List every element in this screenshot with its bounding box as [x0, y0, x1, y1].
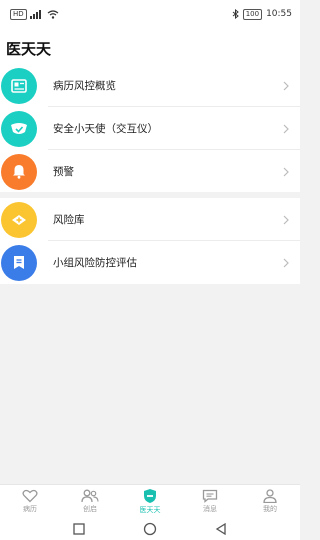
menu-item-label: 预警 [53, 166, 74, 178]
tab-label: 消息 [203, 505, 217, 513]
menu-item-label: 风险库 [53, 214, 85, 226]
medical-record-icon [1, 67, 37, 104]
tab-chuangqi[interactable]: 创启 [60, 485, 120, 518]
status-right: 100 10:55 [232, 8, 292, 20]
menu-item-record-overview[interactable]: 病历风控概览 [0, 64, 300, 107]
chevron-right-icon [283, 215, 289, 224]
chevron-right-icon [283, 81, 289, 90]
bookmark-icon [1, 244, 37, 281]
shield-minus-icon [144, 489, 156, 503]
person-icon [263, 489, 277, 503]
status-left: HD [10, 8, 59, 20]
signal-icon [29, 9, 41, 19]
menu-item-group-risk-assessment[interactable]: 小组风险防控评估 [0, 241, 300, 284]
tab-yitiantian[interactable]: 医天天 [120, 485, 180, 518]
menu-item-safety-angel[interactable]: 安全小天使（交互仪） [0, 107, 300, 150]
menu-group-2: 风险库 小组风险防控评估 [0, 198, 300, 284]
page-title: 医天天 [6, 40, 52, 58]
message-icon [202, 489, 218, 503]
wifi-icon [47, 9, 59, 19]
tab-messages[interactable]: 消息 [180, 485, 240, 518]
tab-label: 我的 [263, 505, 277, 513]
menu-item-risk-library[interactable]: 风险库 [0, 198, 300, 241]
tab-mine[interactable]: 我的 [240, 485, 300, 518]
back-icon[interactable] [215, 523, 227, 535]
tab-records[interactable]: 病历 [0, 485, 60, 518]
database-icon [1, 201, 37, 238]
menu-item-label: 小组风险防控评估 [53, 257, 137, 269]
tab-label: 创启 [83, 505, 97, 513]
status-bar: HD 100 10:55 [0, 0, 300, 28]
menu-group-1: 病历风控概览 安全小天使（交互仪） 预警 [0, 64, 300, 192]
menu-item-label: 安全小天使（交互仪） [53, 123, 158, 135]
recent-apps-icon[interactable] [73, 523, 85, 535]
menu-item-warning[interactable]: 预警 [0, 150, 300, 193]
page-header: 医天天 [0, 28, 300, 64]
menu-item-label: 病历风控概览 [53, 80, 116, 92]
system-nav-bar [0, 518, 300, 540]
battery-indicator: 100 [242, 8, 263, 20]
bell-icon [1, 153, 37, 190]
heart-icon [22, 489, 38, 503]
users-icon [81, 489, 99, 503]
home-icon[interactable] [143, 522, 157, 536]
shield-check-icon [1, 110, 37, 147]
bluetooth-icon [232, 9, 239, 19]
chevron-right-icon [283, 167, 289, 176]
chevron-right-icon [283, 258, 289, 267]
bottom-tab-bar: 病历 创启 医天天 消息 我的 [0, 484, 300, 518]
tab-label: 病历 [23, 505, 37, 513]
chevron-right-icon [283, 124, 289, 133]
status-time: 10:55 [266, 9, 292, 19]
sim-indicator: HD [10, 8, 27, 20]
tab-label: 医天天 [139, 506, 161, 514]
